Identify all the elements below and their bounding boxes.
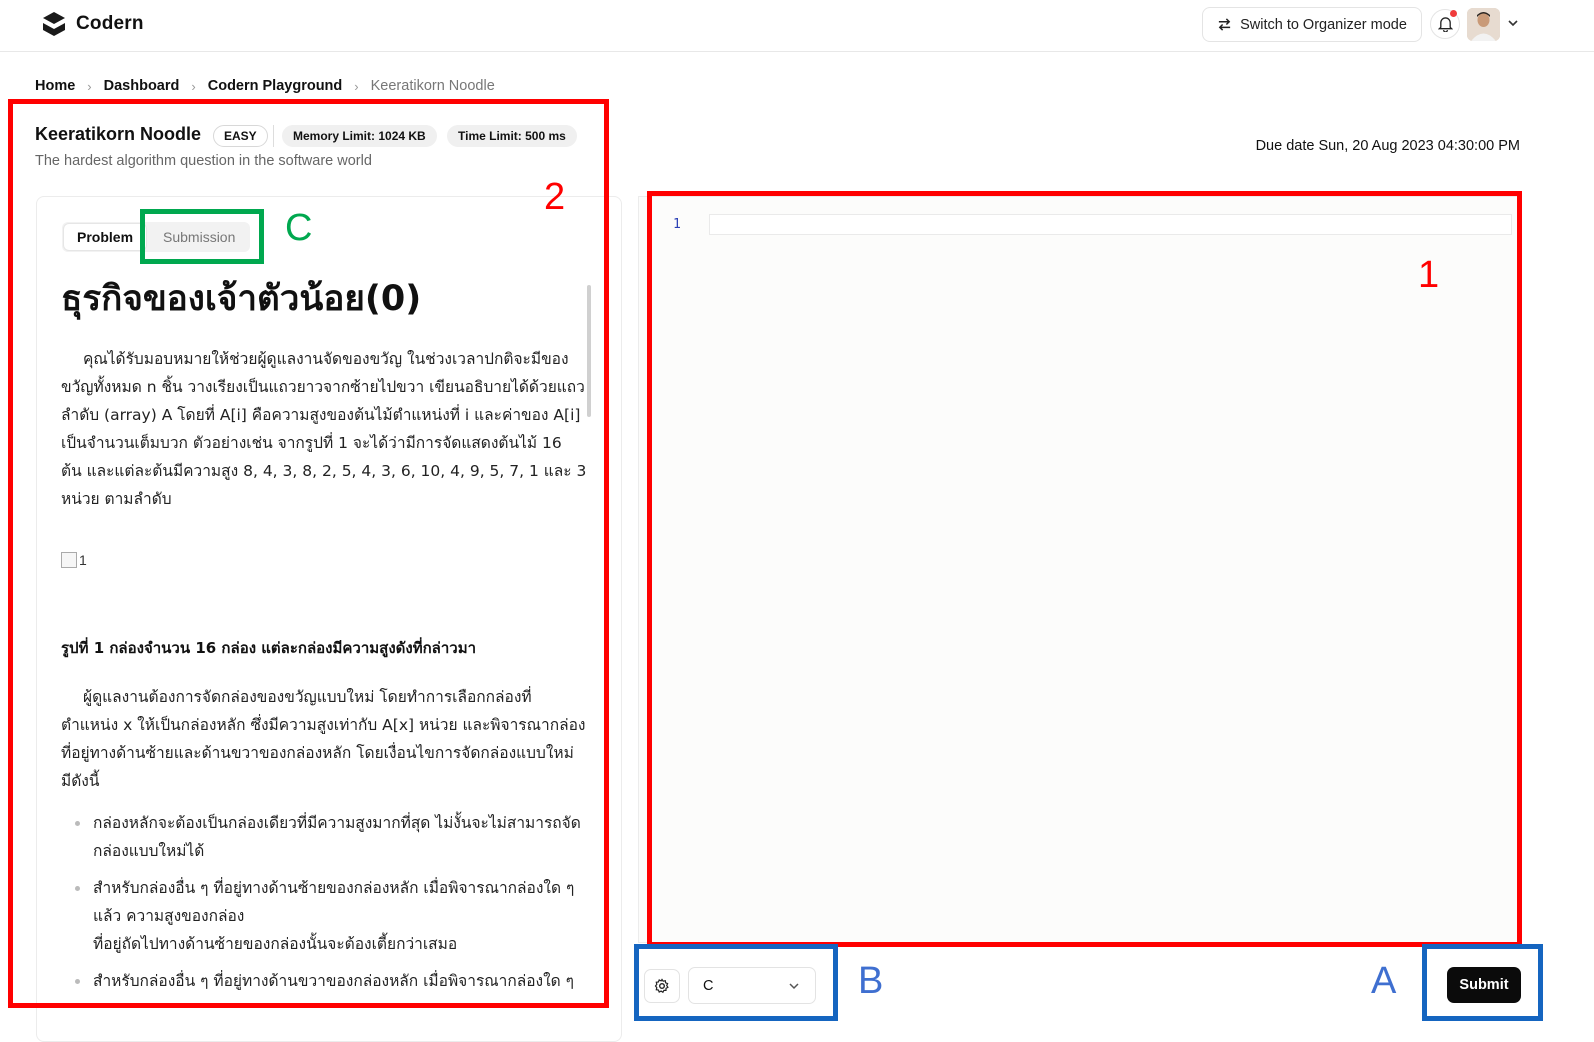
code-editor[interactable]: 1 [638,196,1521,943]
app-root: Codern Switch to Organizer mode Home › D… [0,0,1594,1042]
breadcrumb-home[interactable]: Home [35,78,75,94]
bell-icon [1437,17,1453,32]
top-navbar: Codern Switch to Organizer mode [0,0,1594,52]
breadcrumb-playground[interactable]: Codern Playground [208,78,343,94]
chevron-right-icon: › [354,78,359,94]
annotation-label-editor: 1 [1418,254,1440,296]
problem-content: ธุรกิจของเจ้าตัวน้อย(0) คุณได้รับมอบหมาย… [61,275,587,1004]
list-item: สำหรับกล่องอื่น ๆ ที่อยู่ทางด้านซ้ายของก… [61,874,587,958]
settings-button[interactable] [644,969,680,1003]
notification-button[interactable] [1430,9,1460,39]
problem-paragraph-1: คุณได้รับมอบหมายให้ช่วยผู้ดูแลงานจัดของข… [61,350,587,508]
tab-submission[interactable]: Submission [150,224,248,250]
gear-icon [654,978,669,994]
tab-problem[interactable]: Problem [64,224,147,250]
header-divider [273,125,274,147]
figure-caption: รูปที่ 1 กล่องจำนวน 16 กล่อง แต่ละกล่องม… [61,639,477,657]
breadcrumb: Home › Dashboard › Codern Playground › K… [35,78,495,94]
annotation-label-language: B [858,960,884,1002]
chevron-right-icon: › [87,78,92,94]
due-date: Due date Sun, 20 Aug 2023 04:30:00 PM [1255,138,1520,154]
chevron-down-icon[interactable] [1506,16,1520,30]
annotation-label-problem: 2 [544,176,566,218]
figure-image: 1 [61,549,587,571]
code-input-line[interactable] [709,214,1512,235]
problem-scrollbar[interactable] [587,285,591,417]
codern-logo-icon [43,12,65,36]
breadcrumb-dashboard[interactable]: Dashboard [104,78,180,94]
problem-panel: Problem Submission ธุรกิจของเจ้าตัวน้อย(… [36,196,622,1042]
switch-organizer-label: Switch to Organizer mode [1240,16,1407,33]
problem-title: Keeratikorn Noodle [35,124,202,144]
avatar-image [1467,8,1500,41]
breadcrumb-current: Keeratikorn Noodle [370,78,495,94]
line-number: 1 [673,217,681,232]
time-limit-badge: Time Limit: 500 ms [447,125,577,147]
figure-image-alt: 1 [79,552,87,568]
problem-paragraph-2: ผู้ดูแลงานต้องการจัดกล่องของขวัญแบบใหม่ … [61,688,586,790]
annotation-label-submission-tab: C [285,207,313,249]
chevron-down-icon [789,982,799,989]
swap-arrows-icon [1218,18,1231,31]
problem-heading: ธุรกิจของเจ้าตัวน้อย(0) [61,279,422,319]
notification-dot [1450,10,1457,17]
brand-name: Codern [76,13,144,34]
list-item: กล่องหลักจะต้องเป็นกล่องเดียวที่มีความสู… [61,809,587,865]
broken-image-icon [61,552,77,568]
language-select[interactable]: C [688,967,816,1004]
brand[interactable]: Codern [42,11,144,37]
switch-organizer-button[interactable]: Switch to Organizer mode [1202,7,1422,42]
chevron-right-icon: › [191,78,196,94]
list-item: สำหรับกล่องอื่น ๆ ที่อยู่ทางด้านขวาของกล… [61,967,587,995]
condition-list: กล่องหลักจะต้องเป็นกล่องเดียวที่มีความสู… [61,809,587,995]
difficulty-badge: EASY [213,125,268,147]
editor-toolbar: C Submit [622,955,1594,1042]
problem-tabs: Problem Submission [62,222,251,252]
avatar[interactable] [1467,8,1500,41]
annotation-label-submit: A [1371,960,1397,1002]
memory-limit-badge: Memory Limit: 1024 KB [282,125,437,147]
submit-button[interactable]: Submit [1447,967,1521,1003]
problem-subtitle: The hardest algorithm question in the so… [35,153,372,169]
language-value: C [703,977,714,994]
